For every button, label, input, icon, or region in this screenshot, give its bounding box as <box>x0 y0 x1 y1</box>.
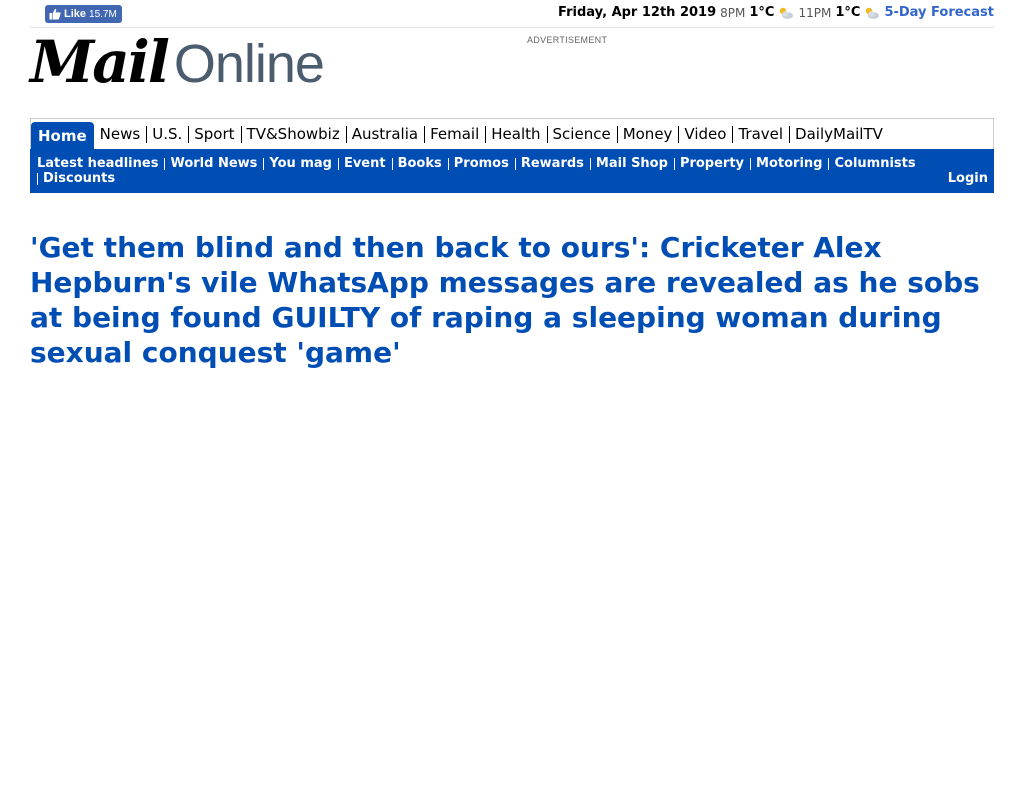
secondary-nav: Latest headlines World News You mag Even… <box>30 149 994 193</box>
nav-item-travel[interactable]: Travel <box>732 119 789 149</box>
partly-cloudy-icon <box>780 7 794 19</box>
facebook-like-button[interactable]: Like 15.7M <box>45 5 122 23</box>
five-day-forecast-link[interactable]: 5-Day Forecast <box>884 5 994 20</box>
subnav-item-latest-headlines[interactable]: Latest headlines <box>37 156 164 171</box>
nav-item-us[interactable]: U.S. <box>146 119 188 149</box>
primary-nav: Home News U.S. Sport TV&Showbiz Australi… <box>30 118 994 149</box>
nav-item-video[interactable]: Video <box>678 119 732 149</box>
weather-time: 8PM <box>720 5 746 20</box>
nav-item-dailymailtv[interactable]: DailyMailTV <box>789 119 889 149</box>
subnav-item-rewards[interactable]: Rewards <box>514 156 590 171</box>
subnav-item-mail-shop[interactable]: Mail Shop <box>589 156 674 171</box>
nav-item-health[interactable]: Health <box>485 119 546 149</box>
subnav-item-event[interactable]: Event <box>337 156 392 171</box>
top-bar: Like 15.7M Friday, Apr 12th 2019 8PM 1°C… <box>30 0 994 28</box>
nav-item-sport[interactable]: Sport <box>188 119 240 149</box>
nav-item-tvshowbiz[interactable]: TV&Showbiz <box>240 119 346 149</box>
weather-time: 11PM <box>798 5 832 20</box>
subnav-item-columnists[interactable]: Columnists <box>828 156 921 171</box>
subnav-item-discounts[interactable]: Discounts <box>37 171 121 186</box>
subnav-item-promos[interactable]: Promos <box>447 156 515 171</box>
logo-mail: Mail <box>30 28 170 96</box>
article-headline: 'Get them blind and then back to ours': … <box>30 231 980 369</box>
logo-online: Online <box>173 34 325 94</box>
subnav-item-property[interactable]: Property <box>673 156 750 171</box>
nav-item-australia[interactable]: Australia <box>345 119 424 149</box>
nav-item-money[interactable]: Money <box>616 119 679 149</box>
weather-temp: 1°C <box>749 5 775 20</box>
nav-item-home[interactable]: Home <box>31 122 94 149</box>
nav-item-femail[interactable]: Femail <box>424 119 485 149</box>
subnav-item-you-mag[interactable]: You mag <box>263 156 338 171</box>
partly-cloudy-icon <box>866 7 880 19</box>
advertisement-label: ADVERTISEMENT <box>527 35 608 45</box>
weather-temp: 1°C <box>835 5 861 20</box>
like-label: Like <box>64 8 87 20</box>
subnav-item-books[interactable]: Books <box>391 156 448 171</box>
nav-item-news[interactable]: News <box>94 119 147 149</box>
weather-widget: Friday, Apr 12th 2019 8PM 1°C 11PM 1°C 5… <box>558 5 994 20</box>
mailonline-logo[interactable]: Mail Online <box>30 28 325 96</box>
current-date: Friday, Apr 12th 2019 <box>558 5 717 20</box>
subnav-item-world-news[interactable]: World News <box>164 156 263 171</box>
thumbs-up-icon <box>49 8 61 20</box>
nav-item-science[interactable]: Science <box>546 119 617 149</box>
like-count: 15.7M <box>89 8 117 20</box>
login-link[interactable]: Login <box>948 171 988 186</box>
subnav-item-motoring[interactable]: Motoring <box>750 156 828 171</box>
